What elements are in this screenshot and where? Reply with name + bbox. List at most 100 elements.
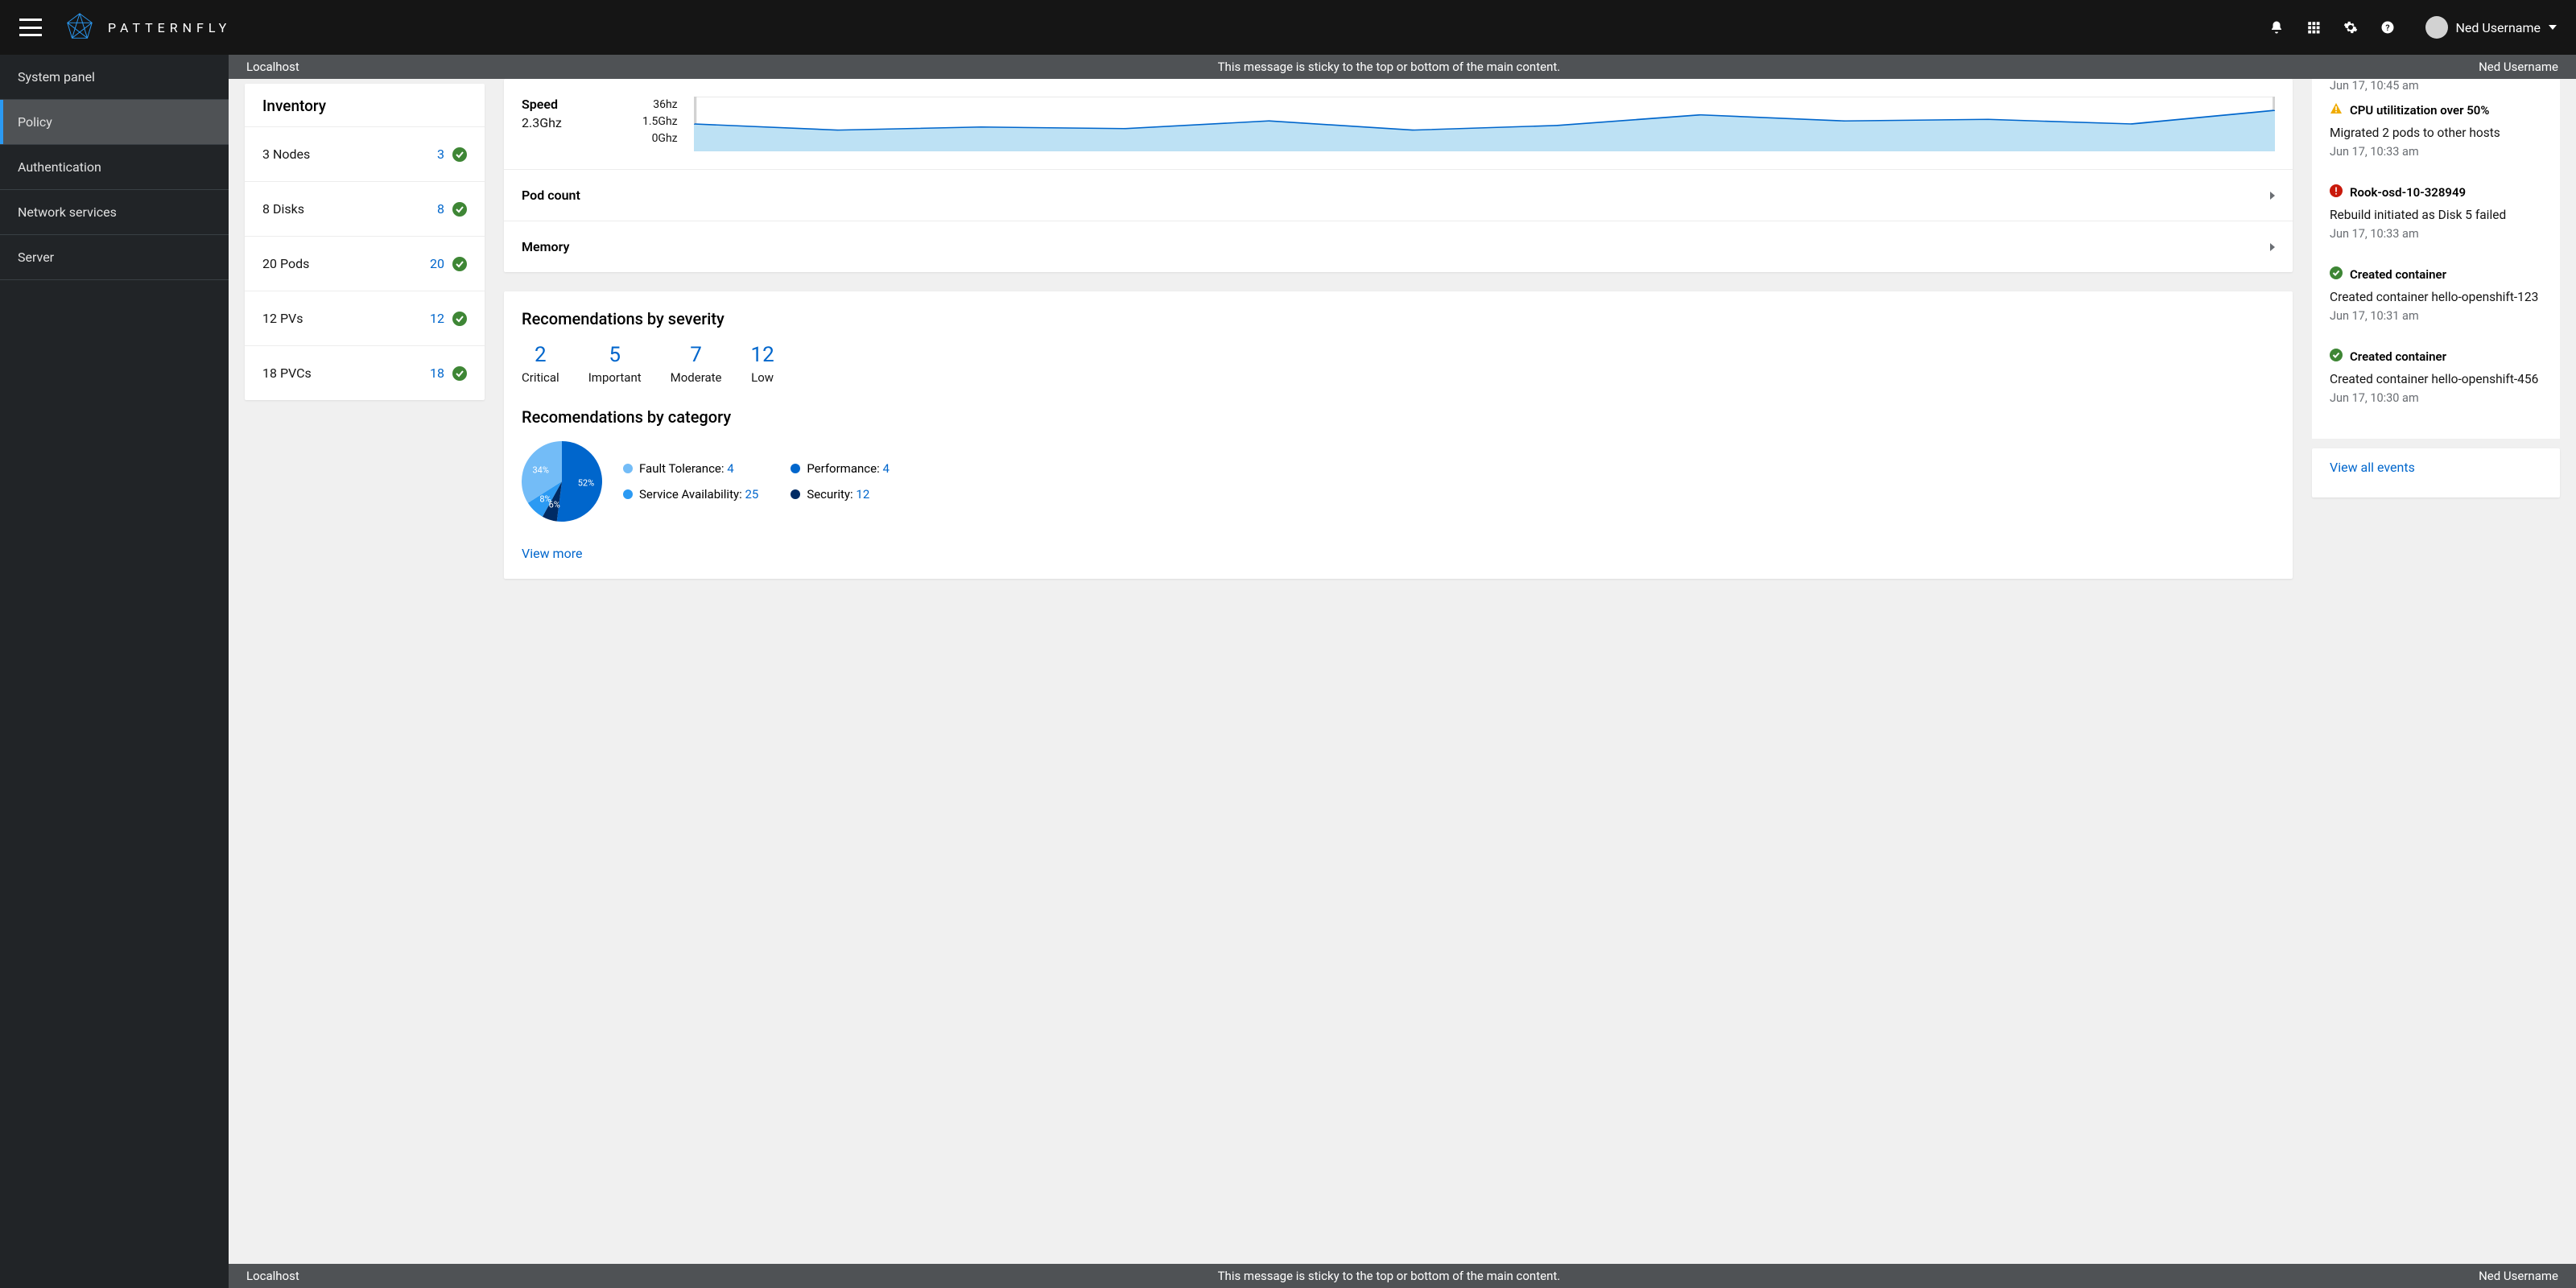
event-time: Jun 17, 10:31 am (2330, 306, 2542, 323)
user-menu[interactable]: Ned Username (2425, 16, 2557, 39)
help-icon[interactable]: ? (2380, 20, 2395, 35)
legend-item[interactable]: Fault Tolerance: 4 (623, 461, 758, 476)
nav-authentication[interactable]: Authentication (0, 145, 229, 190)
event-description: Rebuild initiated as Disk 5 failed (2330, 200, 2542, 224)
speed-sparkline (694, 97, 2275, 151)
check-circle-icon (452, 312, 467, 326)
event-description: Migrated 2 pods to other hosts (2330, 118, 2542, 142)
expand-memory[interactable]: Memory (504, 221, 2293, 272)
topbar-actions: ? Ned Username (2269, 16, 2557, 39)
event-title: Created container (2350, 349, 2446, 364)
severity-stat[interactable]: 12Low (751, 343, 774, 385)
event-description: Created container hello-openshift-456 (2330, 365, 2542, 388)
chevron-right-icon (2270, 243, 2275, 251)
category-pie-chart: 52%6%8%34% (522, 441, 602, 522)
inventory-label: 20 Pods (262, 256, 430, 271)
events-action-card: View all events (2312, 448, 2560, 497)
event-item: CPU utilitization over 50%Migrated 2 pod… (2330, 93, 2542, 175)
sticky-bottom-banner: Localhost This message is sticky to the … (229, 1264, 2576, 1288)
event-time: Jun 17, 10:30 am (2330, 388, 2542, 405)
pie-slice-label: 8% (539, 493, 551, 504)
brand-text: PATTERNFLY (108, 20, 231, 35)
inventory-row[interactable]: 18 PVCs18 (245, 346, 485, 400)
event-time-truncated: Jun 17, 10:45 am (2330, 79, 2542, 93)
legend-dot-icon (791, 464, 800, 473)
inventory-row[interactable]: 3 Nodes3 (245, 127, 485, 182)
event-time: Jun 17, 10:33 am (2330, 224, 2542, 241)
inventory-count: 20 (430, 256, 444, 271)
user-name: Ned Username (2456, 20, 2541, 35)
nav-server[interactable]: Server (0, 235, 229, 280)
brand-logo-icon (64, 12, 95, 43)
pie-slice-label: 52% (578, 477, 594, 488)
caret-down-icon (2549, 25, 2557, 30)
svg-text:?: ? (2385, 23, 2389, 33)
event-title: Rook-osd-10-328949 (2350, 185, 2466, 200)
inventory-count: 3 (437, 147, 444, 162)
event-item: Created containerCreated container hello… (2330, 339, 2542, 421)
sticky-center: This message is sticky to the top or bot… (299, 60, 2479, 74)
expand-pod-count[interactable]: Pod count (504, 170, 2293, 221)
brand[interactable]: PATTERNFLY (64, 12, 231, 43)
inventory-label: 8 Disks (262, 201, 437, 217)
apps-grid-icon[interactable] (2306, 20, 2321, 35)
severity-stat[interactable]: 7Moderate (671, 343, 722, 385)
legend-item[interactable]: Performance: 4 (791, 461, 890, 476)
inventory-title: Inventory (245, 84, 485, 127)
check-circle-icon (452, 366, 467, 381)
event-item: Rook-osd-10-328949Rebuild initiated as D… (2330, 175, 2542, 257)
legend-dot-icon (623, 464, 633, 473)
event-description: Created container hello-openshift-123 (2330, 283, 2542, 306)
inventory-label: 3 Nodes (262, 147, 437, 162)
legend-item[interactable]: Security: 12 (791, 487, 890, 502)
speed-value: 2.3Ghz (522, 115, 626, 130)
check-circle-icon (452, 202, 467, 217)
inventory-label: 18 PVCs (262, 365, 430, 381)
inventory-count: 18 (430, 365, 444, 381)
inventory-label: 12 PVs (262, 311, 430, 326)
event-item: Created containerCreated container hello… (2330, 257, 2542, 339)
category-legend: Fault Tolerance: 4 Performance: 4 Service … (623, 461, 890, 502)
inventory-row[interactable]: 8 Disks8 (245, 182, 485, 237)
speed-label: Speed (522, 97, 626, 112)
inventory-count: 8 (437, 201, 444, 217)
check-circle-icon (452, 257, 467, 271)
rec-severity-title: Recomendations by severity (522, 309, 2275, 328)
events-card: Jun 17, 10:45 am CPU utilitization over … (2312, 79, 2560, 439)
status-card: Speed 2.3Ghz 36hz 1.5Ghz 0Ghz (504, 79, 2293, 272)
event-status-icon (2330, 184, 2343, 200)
event-title: CPU utilitization over 50% (2350, 103, 2489, 118)
sticky-top-banner: Localhost This message is sticky to the … (229, 55, 2576, 79)
event-title: Created container (2350, 267, 2446, 282)
pie-slice-label: 34% (532, 464, 548, 475)
nav-system-panel[interactable]: System panel (0, 55, 229, 100)
sticky-left: Localhost (246, 60, 299, 74)
sticky-right: Ned Username (2479, 1269, 2558, 1283)
rec-category-title: Recomendations by category (522, 407, 2275, 427)
severity-stat[interactable]: 2Critical (522, 343, 559, 385)
event-time: Jun 17, 10:33 am (2330, 142, 2542, 159)
recommendations-card: Recomendations by severity 2Critical 5Imp… (504, 291, 2293, 579)
chevron-right-icon (2270, 192, 2275, 200)
legend-dot-icon (791, 489, 800, 499)
sticky-right: Ned Username (2479, 60, 2558, 74)
check-circle-icon (452, 147, 467, 162)
severity-stat[interactable]: 5Important (588, 343, 642, 385)
view-all-events-link[interactable]: View all events (2330, 460, 2415, 475)
nav-network-services[interactable]: Network services (0, 190, 229, 235)
event-status-icon (2330, 349, 2343, 365)
legend-dot-icon (623, 489, 633, 499)
nav-policy[interactable]: Policy (0, 100, 229, 145)
legend-item[interactable]: Service Availability: 25 (623, 487, 758, 502)
inventory-count: 12 (430, 311, 444, 326)
inventory-card: Inventory 3 Nodes38 Disks820 Pods2012 PV… (245, 84, 485, 400)
bell-icon[interactable] (2269, 20, 2284, 35)
sticky-center: This message is sticky to the top or bot… (299, 1269, 2479, 1283)
event-status-icon (2330, 266, 2343, 283)
inventory-row[interactable]: 20 Pods20 (245, 237, 485, 291)
menu-toggle-icon[interactable] (19, 19, 42, 36)
speed-axis: 36hz 1.5Ghz 0Ghz (642, 97, 678, 147)
view-more-link[interactable]: View more (522, 546, 582, 561)
inventory-row[interactable]: 12 PVs12 (245, 291, 485, 346)
gear-icon[interactable] (2343, 20, 2358, 35)
